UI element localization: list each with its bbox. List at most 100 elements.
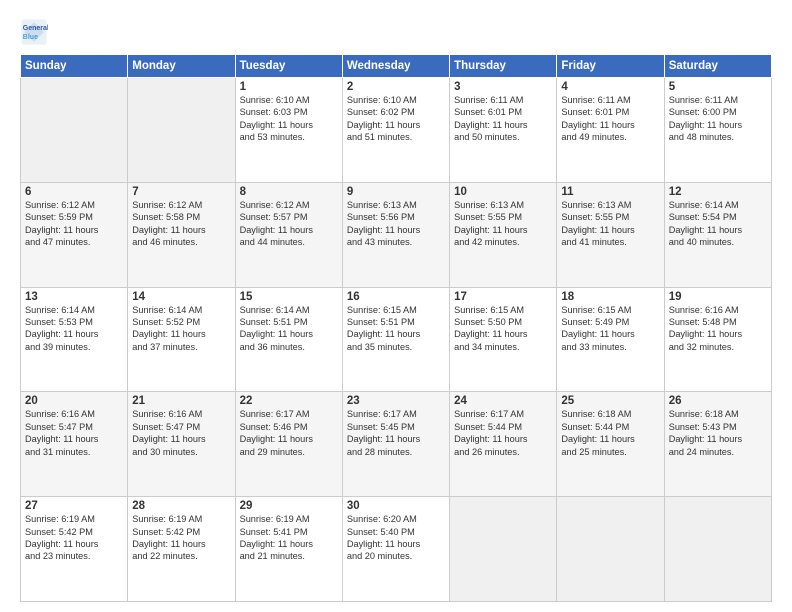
calendar-cell: 8Sunrise: 6:12 AM Sunset: 5:57 PM Daylig… <box>235 182 342 287</box>
calendar-cell: 28Sunrise: 6:19 AM Sunset: 5:42 PM Dayli… <box>128 497 235 602</box>
logo-icon: General Blue <box>20 18 48 46</box>
calendar-cell: 30Sunrise: 6:20 AM Sunset: 5:40 PM Dayli… <box>342 497 449 602</box>
day-detail: Sunrise: 6:19 AM Sunset: 5:42 PM Dayligh… <box>25 513 123 563</box>
day-detail: Sunrise: 6:13 AM Sunset: 5:55 PM Dayligh… <box>561 199 659 249</box>
day-number: 30 <box>347 500 445 512</box>
day-number: 28 <box>132 500 230 512</box>
weekday-header-tuesday: Tuesday <box>235 55 342 78</box>
day-number: 25 <box>561 395 659 407</box>
day-detail: Sunrise: 6:13 AM Sunset: 5:55 PM Dayligh… <box>454 199 552 249</box>
day-detail: Sunrise: 6:14 AM Sunset: 5:52 PM Dayligh… <box>132 304 230 354</box>
calendar-cell: 26Sunrise: 6:18 AM Sunset: 5:43 PM Dayli… <box>664 392 771 497</box>
day-detail: Sunrise: 6:17 AM Sunset: 5:44 PM Dayligh… <box>454 408 552 458</box>
day-number: 7 <box>132 186 230 198</box>
day-number: 12 <box>669 186 767 198</box>
calendar-cell: 24Sunrise: 6:17 AM Sunset: 5:44 PM Dayli… <box>450 392 557 497</box>
calendar-table: SundayMondayTuesdayWednesdayThursdayFrid… <box>20 54 772 602</box>
calendar-cell: 6Sunrise: 6:12 AM Sunset: 5:59 PM Daylig… <box>21 182 128 287</box>
weekday-header-wednesday: Wednesday <box>342 55 449 78</box>
day-number: 26 <box>669 395 767 407</box>
day-number: 14 <box>132 291 230 303</box>
day-number: 3 <box>454 81 552 93</box>
day-detail: Sunrise: 6:15 AM Sunset: 5:51 PM Dayligh… <box>347 304 445 354</box>
calendar-cell: 4Sunrise: 6:11 AM Sunset: 6:01 PM Daylig… <box>557 78 664 183</box>
day-detail: Sunrise: 6:16 AM Sunset: 5:47 PM Dayligh… <box>25 408 123 458</box>
day-detail: Sunrise: 6:18 AM Sunset: 5:44 PM Dayligh… <box>561 408 659 458</box>
day-detail: Sunrise: 6:18 AM Sunset: 5:43 PM Dayligh… <box>669 408 767 458</box>
day-detail: Sunrise: 6:10 AM Sunset: 6:02 PM Dayligh… <box>347 94 445 144</box>
calendar-cell: 21Sunrise: 6:16 AM Sunset: 5:47 PM Dayli… <box>128 392 235 497</box>
day-detail: Sunrise: 6:15 AM Sunset: 5:49 PM Dayligh… <box>561 304 659 354</box>
day-detail: Sunrise: 6:10 AM Sunset: 6:03 PM Dayligh… <box>240 94 338 144</box>
calendar-cell: 1Sunrise: 6:10 AM Sunset: 6:03 PM Daylig… <box>235 78 342 183</box>
weekday-header-monday: Monday <box>128 55 235 78</box>
day-detail: Sunrise: 6:13 AM Sunset: 5:56 PM Dayligh… <box>347 199 445 249</box>
calendar-cell: 7Sunrise: 6:12 AM Sunset: 5:58 PM Daylig… <box>128 182 235 287</box>
day-detail: Sunrise: 6:12 AM Sunset: 5:57 PM Dayligh… <box>240 199 338 249</box>
weekday-header-friday: Friday <box>557 55 664 78</box>
calendar-cell <box>128 78 235 183</box>
day-detail: Sunrise: 6:14 AM Sunset: 5:53 PM Dayligh… <box>25 304 123 354</box>
day-detail: Sunrise: 6:17 AM Sunset: 5:46 PM Dayligh… <box>240 408 338 458</box>
day-number: 23 <box>347 395 445 407</box>
day-number: 8 <box>240 186 338 198</box>
calendar-cell: 13Sunrise: 6:14 AM Sunset: 5:53 PM Dayli… <box>21 287 128 392</box>
day-number: 10 <box>454 186 552 198</box>
day-detail: Sunrise: 6:16 AM Sunset: 5:48 PM Dayligh… <box>669 304 767 354</box>
day-number: 6 <box>25 186 123 198</box>
calendar-cell: 18Sunrise: 6:15 AM Sunset: 5:49 PM Dayli… <box>557 287 664 392</box>
day-detail: Sunrise: 6:14 AM Sunset: 5:51 PM Dayligh… <box>240 304 338 354</box>
day-number: 21 <box>132 395 230 407</box>
calendar-cell: 10Sunrise: 6:13 AM Sunset: 5:55 PM Dayli… <box>450 182 557 287</box>
day-detail: Sunrise: 6:20 AM Sunset: 5:40 PM Dayligh… <box>347 513 445 563</box>
day-detail: Sunrise: 6:11 AM Sunset: 6:01 PM Dayligh… <box>454 94 552 144</box>
day-number: 27 <box>25 500 123 512</box>
day-detail: Sunrise: 6:15 AM Sunset: 5:50 PM Dayligh… <box>454 304 552 354</box>
weekday-header-row: SundayMondayTuesdayWednesdayThursdayFrid… <box>21 55 772 78</box>
calendar-cell: 17Sunrise: 6:15 AM Sunset: 5:50 PM Dayli… <box>450 287 557 392</box>
calendar-cell: 2Sunrise: 6:10 AM Sunset: 6:02 PM Daylig… <box>342 78 449 183</box>
week-row-4: 20Sunrise: 6:16 AM Sunset: 5:47 PM Dayli… <box>21 392 772 497</box>
day-detail: Sunrise: 6:19 AM Sunset: 5:41 PM Dayligh… <box>240 513 338 563</box>
day-number: 13 <box>25 291 123 303</box>
day-number: 20 <box>25 395 123 407</box>
calendar-cell <box>450 497 557 602</box>
calendar-cell: 14Sunrise: 6:14 AM Sunset: 5:52 PM Dayli… <box>128 287 235 392</box>
calendar-cell <box>21 78 128 183</box>
week-row-3: 13Sunrise: 6:14 AM Sunset: 5:53 PM Dayli… <box>21 287 772 392</box>
header: General Blue <box>20 18 772 46</box>
calendar-cell: 12Sunrise: 6:14 AM Sunset: 5:54 PM Dayli… <box>664 182 771 287</box>
day-number: 18 <box>561 291 659 303</box>
day-number: 24 <box>454 395 552 407</box>
week-row-1: 1Sunrise: 6:10 AM Sunset: 6:03 PM Daylig… <box>21 78 772 183</box>
weekday-header-saturday: Saturday <box>664 55 771 78</box>
calendar-cell: 16Sunrise: 6:15 AM Sunset: 5:51 PM Dayli… <box>342 287 449 392</box>
day-number: 17 <box>454 291 552 303</box>
day-number: 11 <box>561 186 659 198</box>
day-number: 29 <box>240 500 338 512</box>
day-number: 19 <box>669 291 767 303</box>
calendar-cell: 11Sunrise: 6:13 AM Sunset: 5:55 PM Dayli… <box>557 182 664 287</box>
day-detail: Sunrise: 6:17 AM Sunset: 5:45 PM Dayligh… <box>347 408 445 458</box>
day-detail: Sunrise: 6:16 AM Sunset: 5:47 PM Dayligh… <box>132 408 230 458</box>
calendar-cell <box>557 497 664 602</box>
day-number: 2 <box>347 81 445 93</box>
day-number: 15 <box>240 291 338 303</box>
day-detail: Sunrise: 6:14 AM Sunset: 5:54 PM Dayligh… <box>669 199 767 249</box>
calendar-cell: 22Sunrise: 6:17 AM Sunset: 5:46 PM Dayli… <box>235 392 342 497</box>
day-detail: Sunrise: 6:19 AM Sunset: 5:42 PM Dayligh… <box>132 513 230 563</box>
day-number: 1 <box>240 81 338 93</box>
day-number: 5 <box>669 81 767 93</box>
weekday-header-sunday: Sunday <box>21 55 128 78</box>
week-row-5: 27Sunrise: 6:19 AM Sunset: 5:42 PM Dayli… <box>21 497 772 602</box>
weekday-header-thursday: Thursday <box>450 55 557 78</box>
day-detail: Sunrise: 6:11 AM Sunset: 6:00 PM Dayligh… <box>669 94 767 144</box>
day-number: 16 <box>347 291 445 303</box>
calendar-cell: 25Sunrise: 6:18 AM Sunset: 5:44 PM Dayli… <box>557 392 664 497</box>
calendar-cell: 20Sunrise: 6:16 AM Sunset: 5:47 PM Dayli… <box>21 392 128 497</box>
day-detail: Sunrise: 6:12 AM Sunset: 5:58 PM Dayligh… <box>132 199 230 249</box>
svg-text:General: General <box>23 25 48 32</box>
day-detail: Sunrise: 6:11 AM Sunset: 6:01 PM Dayligh… <box>561 94 659 144</box>
calendar-cell: 5Sunrise: 6:11 AM Sunset: 6:00 PM Daylig… <box>664 78 771 183</box>
calendar-cell: 9Sunrise: 6:13 AM Sunset: 5:56 PM Daylig… <box>342 182 449 287</box>
